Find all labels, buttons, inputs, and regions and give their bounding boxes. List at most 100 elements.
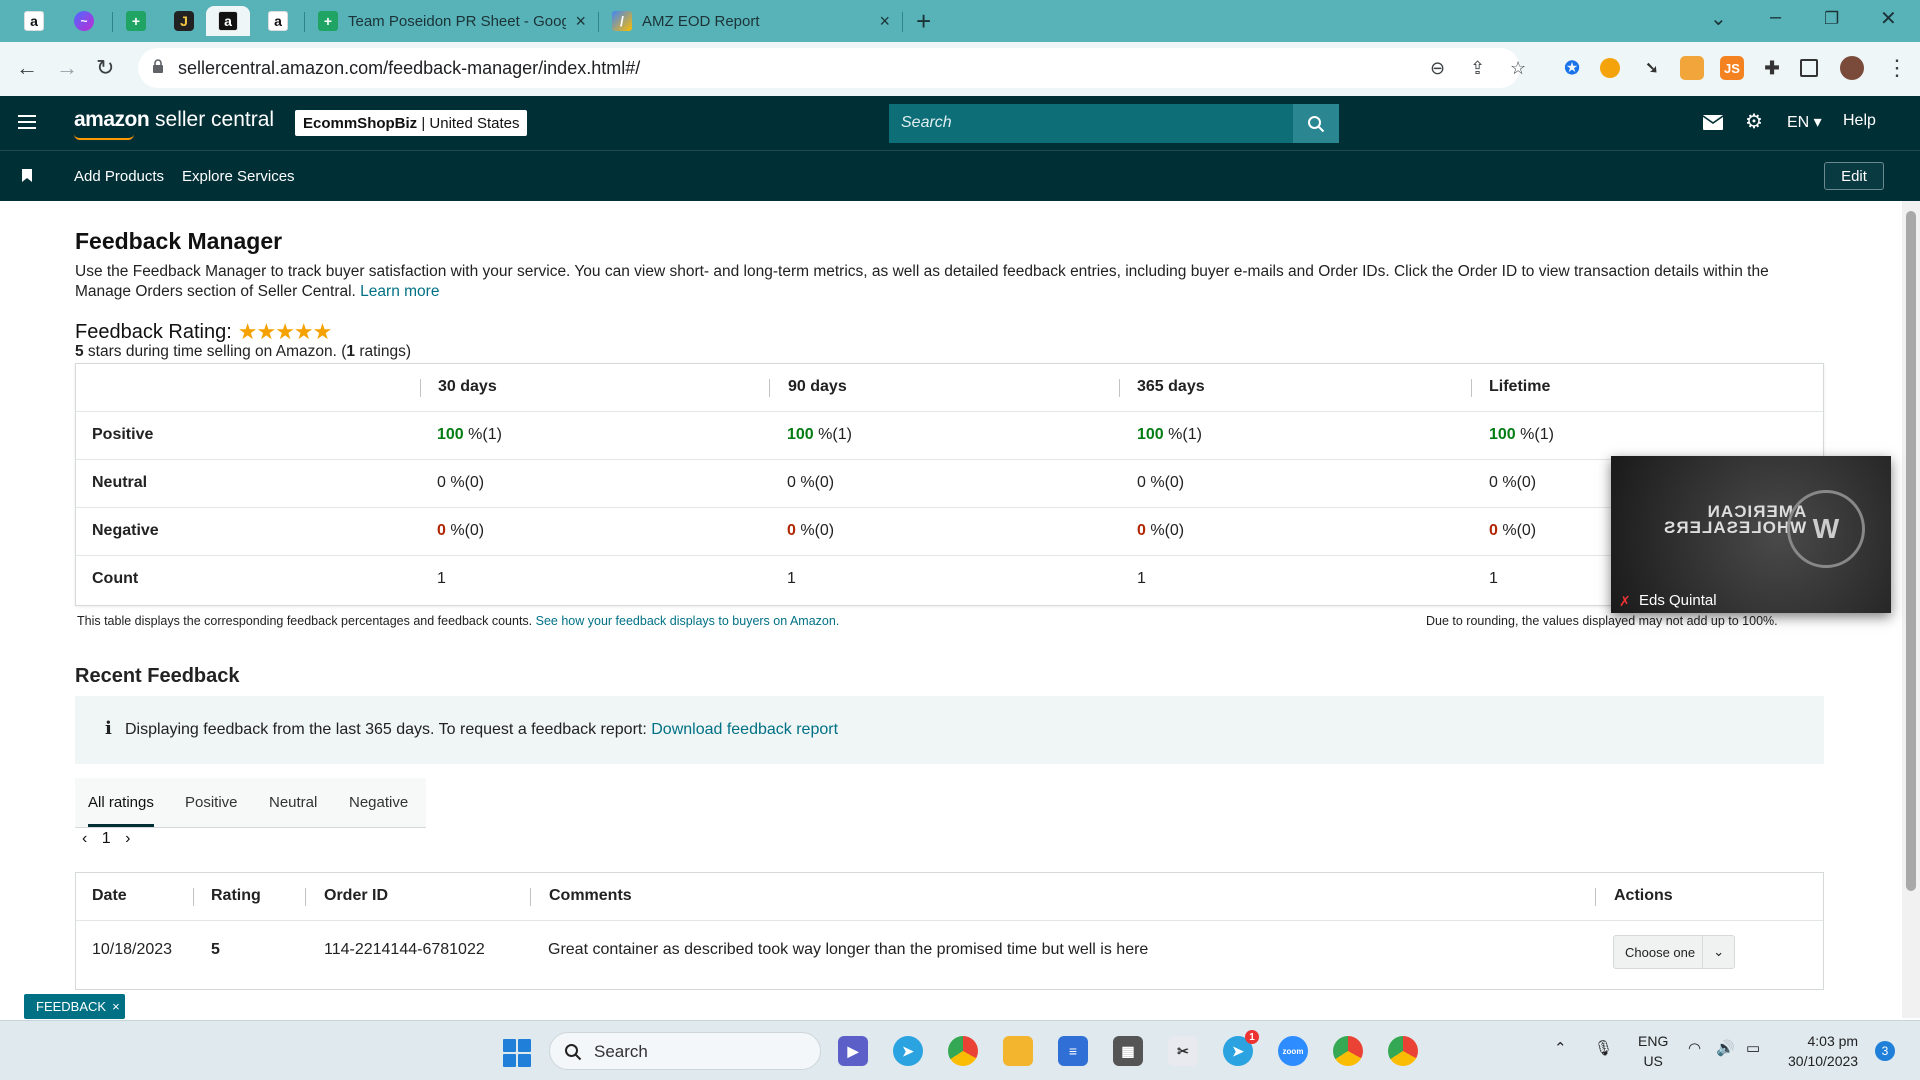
volume-icon[interactable]: 🔊 <box>1716 1039 1735 1057</box>
help-link[interactable]: Help <box>1843 112 1876 130</box>
video-call-overlay[interactable]: AMERICAN WHOLESALERS W ✗ Eds Quintal <box>1611 456 1891 613</box>
battery-icon[interactable]: ▭ <box>1746 1039 1760 1057</box>
seller-central-logo[interactable]: amazon seller central <box>74 108 274 132</box>
chevron-down-icon: ⌄ <box>1702 935 1734 969</box>
feedback-display-link[interactable]: See how your feedback displays to buyers… <box>536 614 840 628</box>
telegram-icon[interactable]: ➤ <box>893 1036 923 1066</box>
page-scrollbar[interactable] <box>1902 201 1920 1018</box>
chrome-icon[interactable] <box>1333 1036 1363 1066</box>
search-input[interactable]: Search <box>901 114 952 132</box>
microphone-icon[interactable]: 🎙 <box>1594 1039 1613 1057</box>
snipping-tool-icon[interactable]: ✂ <box>1168 1036 1198 1066</box>
taskbar-search[interactable]: Search <box>549 1032 821 1070</box>
forward-arrow-icon[interactable]: → <box>56 55 78 81</box>
extension-basket-icon[interactable] <box>1680 56 1704 80</box>
page-number[interactable]: 1 <box>102 830 111 847</box>
extension-orange-icon[interactable] <box>1600 58 1620 78</box>
close-icon[interactable]: × <box>879 11 890 32</box>
search-button[interactable] <box>1293 104 1339 143</box>
metric-cell: 0 %(0) <box>437 522 485 539</box>
bookmark-icon[interactable] <box>22 169 32 182</box>
actions-dropdown[interactable]: Choose one ⌄ <box>1613 935 1735 969</box>
bookmark-star-icon[interactable]: ☆ <box>1510 58 1526 79</box>
avatar[interactable] <box>1840 56 1864 80</box>
zoom-icon[interactable]: zoom <box>1278 1036 1308 1066</box>
zoom-out-icon[interactable]: ⊖ <box>1430 58 1445 79</box>
scrollbar-thumb[interactable] <box>1906 211 1916 891</box>
chevron-up-icon[interactable]: ⌃ <box>1554 1039 1567 1057</box>
windows-start-icon[interactable] <box>503 1039 531 1067</box>
restore-button[interactable]: ❐ <box>1824 9 1839 29</box>
tab-all-ratings[interactable]: All ratings <box>88 794 154 827</box>
chevron-down-icon[interactable]: ⌄ <box>1710 6 1727 31</box>
amazon-smile-icon <box>74 134 134 140</box>
column-header: Date <box>92 887 127 904</box>
learn-more-link[interactable]: Learn more <box>360 283 439 300</box>
table-header-row: Date Rating Order ID Comments Actions <box>76 873 1823 921</box>
rounding-note: Due to rounding, the values displayed ma… <box>1426 614 1778 628</box>
language-selector[interactable]: EN ▾ <box>1787 112 1822 132</box>
tab-messenger[interactable]: ~ <box>62 6 106 36</box>
teams-icon[interactable]: ▶ <box>838 1036 868 1066</box>
url-text[interactable]: sellercentral.amazon.com/feedback-manage… <box>178 58 640 79</box>
back-arrow-icon[interactable]: ← <box>16 55 38 81</box>
chrome-icon[interactable] <box>1388 1036 1418 1066</box>
kebab-menu-icon[interactable]: ⋮ <box>1886 55 1908 81</box>
notification-count[interactable]: 3 <box>1875 1041 1895 1061</box>
mail-icon[interactable] <box>1703 115 1723 130</box>
close-icon[interactable]: × <box>112 999 120 1014</box>
extension-js-icon[interactable]: JS <box>1720 56 1744 80</box>
reload-icon[interactable]: ↻ <box>96 55 114 81</box>
edit-button[interactable]: Edit <box>1824 162 1884 190</box>
search-icon <box>565 1044 582 1061</box>
tab-negative[interactable]: Negative <box>349 794 408 811</box>
chrome-icon[interactable] <box>948 1036 978 1066</box>
column-header: 30 days <box>438 378 497 395</box>
column-header: Rating <box>211 887 261 904</box>
close-window-button[interactable]: ✕ <box>1880 6 1897 31</box>
hamburger-menu-icon[interactable] <box>18 115 36 129</box>
tab-amazon-2[interactable]: a <box>256 6 300 36</box>
info-alert: i Displaying feedback from the last 365 … <box>75 696 1824 764</box>
puzzle-icon[interactable]: ✚ <box>1760 56 1784 80</box>
extension-gear-icon[interactable]: ✪ <box>1560 56 1584 80</box>
chevron-right-icon[interactable]: › <box>125 830 130 847</box>
new-tab-button[interactable]: + <box>916 6 931 36</box>
row-label: Negative <box>92 522 159 539</box>
rating-filter-tabs: All ratings Positive Neutral Negative <box>75 778 426 828</box>
calculator-icon[interactable]: ▦ <box>1113 1036 1143 1066</box>
clock[interactable]: 4:03 pm 30/10/2023 <box>1788 1031 1858 1071</box>
chevron-left-icon[interactable]: ‹ <box>82 830 87 847</box>
settings-gear-icon[interactable]: ⚙ <box>1745 109 1763 134</box>
input-language[interactable]: ENG US <box>1638 1031 1668 1071</box>
close-icon[interactable]: × <box>575 11 586 32</box>
notepad-icon[interactable]: ≡ <box>1058 1036 1088 1066</box>
taskbar: Search ▶ ➤ ≡ ▦ ✂ ➤ 1 zoom ⌃ 🎙 ENG US ◠ 🔊 ▭… <box>0 1020 1920 1080</box>
minimize-button[interactable]: – <box>1770 6 1781 29</box>
store-selector[interactable]: EcommShopBiz | United States <box>295 110 528 136</box>
tab-positive[interactable]: Positive <box>185 794 238 811</box>
tab-neutral[interactable]: Neutral <box>269 794 317 811</box>
extension-arrow-icon[interactable]: ➘ <box>1640 56 1664 80</box>
metric-cell: 0 %(0) <box>1489 522 1537 539</box>
download-report-link[interactable]: Download feedback report <box>651 721 838 738</box>
feedback-tab-button[interactable]: FEEDBACK × <box>24 994 125 1019</box>
nav-explore-services[interactable]: Explore Services <box>182 168 295 185</box>
tab-sheets[interactable]: + <box>114 6 158 36</box>
tab-seller-central[interactable]: a <box>206 6 250 36</box>
order-id-link[interactable]: 114-2214144-6781022 <box>324 941 485 959</box>
file-explorer-icon[interactable] <box>1003 1036 1033 1066</box>
browser-tab-bar: a ~ + J a a + Team Poseidon PR Sheet - G… <box>0 0 1920 42</box>
sidepanel-icon[interactable] <box>1800 59 1818 77</box>
tab-amz-eod-report[interactable]: / AMZ EOD Report × <box>600 6 900 36</box>
tab-team-poseidon[interactable]: + Team Poseidon PR Sheet - Goog × <box>306 6 596 36</box>
nav-add-products[interactable]: Add Products <box>74 168 164 185</box>
tab-amazon-1[interactable]: a <box>12 6 56 36</box>
star-rating-icon: ★★★★★ <box>237 319 333 344</box>
share-icon[interactable]: ⇪ <box>1470 58 1485 79</box>
omnibox[interactable]: sellercentral.amazon.com/feedback-manage… <box>138 48 1526 88</box>
wifi-icon[interactable]: ◠ <box>1688 1039 1701 1057</box>
tab-j-app[interactable]: J <box>162 6 206 36</box>
telegram-icon[interactable]: ➤ 1 <box>1223 1030 1259 1066</box>
metric-cell: 1 <box>437 570 446 587</box>
